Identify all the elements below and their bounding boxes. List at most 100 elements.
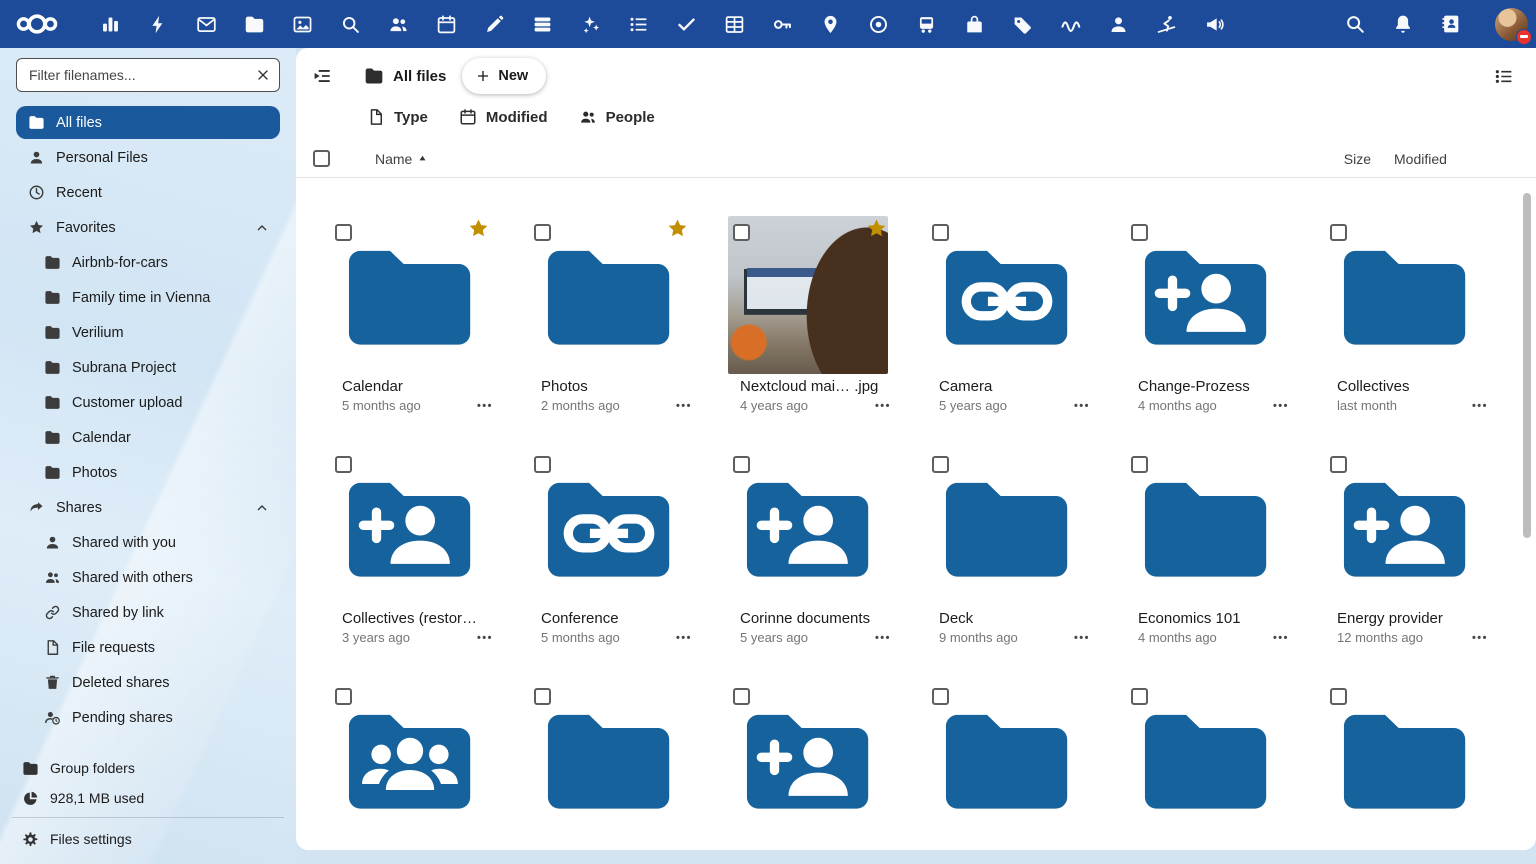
sidebar-item-personal-files[interactable]: Personal Files	[16, 141, 280, 174]
file-tile-photos[interactable]: Photos 2 months ago •••	[509, 215, 708, 413]
filter-chip-people[interactable]: People	[579, 108, 655, 126]
filter-chip-modified[interactable]: Modified	[459, 108, 548, 126]
sidebar-item-recent[interactable]: Recent	[16, 176, 280, 209]
file-checkbox[interactable]	[1330, 456, 1347, 473]
file-tile-conference[interactable]: Conference 5 months ago •••	[509, 447, 708, 645]
file-actions-menu-icon[interactable]: •••	[676, 632, 692, 644]
file-tile-calendar[interactable]: Calendar 5 months ago •••	[310, 215, 509, 413]
app-button-contacts[interactable]	[374, 0, 422, 48]
sidebar-item-photos[interactable]: Photos	[16, 456, 280, 489]
user-avatar[interactable]	[1495, 8, 1528, 41]
filter-filenames-input[interactable]	[16, 58, 280, 92]
file-checkbox[interactable]	[1131, 688, 1148, 705]
sidebar-footer-item-group-folders[interactable]: Group folders	[8, 753, 288, 783]
file-tile-corinne-documents[interactable]: Corinne documents 5 years ago •••	[708, 447, 907, 645]
app-button-analytics[interactable]	[1046, 0, 1094, 48]
file-tile-folder-shared[interactable]	[708, 679, 907, 839]
list-view-toggle-icon[interactable]	[1493, 66, 1514, 87]
sidebar-item-calendar[interactable]: Calendar	[16, 421, 280, 454]
file-actions-menu-icon[interactable]: •••	[676, 400, 692, 412]
app-button-assistant[interactable]	[566, 0, 614, 48]
filter-chip-type[interactable]: Type	[367, 108, 428, 126]
chevron-up-icon[interactable]	[254, 220, 270, 236]
file-tile-nextcloud-mai-jpg[interactable]: Nextcloud mai… .jpg 4 years ago •••	[708, 215, 907, 413]
file-tile-collectives-restor[interactable]: Collectives (restor… 3 years ago •••	[310, 447, 509, 645]
sidebar-item-pending-shares[interactable]: Pending shares	[16, 701, 280, 734]
file-actions-menu-icon[interactable]: •••	[1074, 400, 1090, 412]
sidebar-item-verilium[interactable]: Verilium	[16, 316, 280, 349]
app-button-tables[interactable]	[710, 0, 758, 48]
topbar-button-search[interactable]	[1331, 0, 1379, 48]
app-button-bag[interactable]	[950, 0, 998, 48]
sidebar-item-favorites[interactable]: Favorites	[16, 211, 280, 244]
toggle-sidebar-button[interactable]	[310, 65, 332, 87]
app-button-mail[interactable]	[182, 0, 230, 48]
file-actions-menu-icon[interactable]: •••	[1074, 632, 1090, 644]
file-tile-camera[interactable]: Camera 5 years ago •••	[907, 215, 1106, 413]
app-button-user[interactable]	[1094, 0, 1142, 48]
file-tile-collectives[interactable]: Collectives last month •••	[1305, 215, 1504, 413]
sidebar-item-airbnb-for-cars[interactable]: Airbnb-for-cars	[16, 246, 280, 279]
sidebar-item-file-requests[interactable]: File requests	[16, 631, 280, 664]
app-button-deck[interactable]	[518, 0, 566, 48]
file-actions-menu-icon[interactable]: •••	[1472, 632, 1488, 644]
app-button-tasks[interactable]	[662, 0, 710, 48]
file-tile-folder-group[interactable]	[310, 679, 509, 839]
sidebar-item-shared-with-you[interactable]: Shared with you	[16, 526, 280, 559]
file-actions-menu-icon[interactable]: •••	[1273, 632, 1289, 644]
app-button-search[interactable]	[326, 0, 374, 48]
sidebar-item-shares[interactable]: Shares	[16, 491, 280, 524]
chevron-up-icon[interactable]	[254, 500, 270, 516]
file-checkbox[interactable]	[534, 224, 551, 241]
sidebar-item-shared-by-link[interactable]: Shared by link	[16, 596, 280, 629]
sidebar-footer-item-files-settings[interactable]: Files settings	[8, 822, 288, 856]
file-checkbox[interactable]	[932, 224, 949, 241]
clear-filter-icon[interactable]	[255, 67, 271, 83]
file-checkbox[interactable]	[1131, 456, 1148, 473]
app-button-ski[interactable]	[1142, 0, 1190, 48]
file-checkbox[interactable]	[733, 224, 750, 241]
file-actions-menu-icon[interactable]: •••	[1273, 400, 1289, 412]
file-tile-deck[interactable]: Deck 9 months ago •••	[907, 447, 1106, 645]
file-actions-menu-icon[interactable]: •••	[1472, 400, 1488, 412]
app-button-folder[interactable]	[230, 0, 278, 48]
topbar-button-bell[interactable]	[1379, 0, 1427, 48]
file-checkbox[interactable]	[932, 688, 949, 705]
app-button-list[interactable]	[614, 0, 662, 48]
sidebar-item-customer-upload[interactable]: Customer upload	[16, 386, 280, 419]
sidebar-item-shared-with-others[interactable]: Shared with others	[16, 561, 280, 594]
file-actions-menu-icon[interactable]: •••	[477, 400, 493, 412]
file-checkbox[interactable]	[1330, 224, 1347, 241]
app-button-dashboard[interactable]	[86, 0, 134, 48]
file-tile-folder-plain[interactable]	[1305, 679, 1504, 839]
sidebar-item-deleted-shares[interactable]: Deleted shares	[16, 666, 280, 699]
app-button-calendar[interactable]	[422, 0, 470, 48]
file-tile-folder-plain[interactable]	[907, 679, 1106, 839]
file-checkbox[interactable]	[733, 688, 750, 705]
file-checkbox[interactable]	[335, 456, 352, 473]
column-name[interactable]: Name	[375, 151, 429, 167]
app-button-world[interactable]	[854, 0, 902, 48]
column-modified[interactable]: Modified	[1394, 151, 1452, 167]
sidebar-footer-item-928-1-mb-used[interactable]: 928,1 MB used	[8, 783, 288, 813]
app-button-transport[interactable]	[902, 0, 950, 48]
file-actions-menu-icon[interactable]: •••	[477, 632, 493, 644]
file-tile-folder-plain[interactable]	[1106, 679, 1305, 839]
app-button-passwords[interactable]	[758, 0, 806, 48]
file-checkbox[interactable]	[335, 224, 352, 241]
new-button[interactable]: New	[462, 58, 546, 94]
scrollbar-thumb[interactable]	[1523, 193, 1531, 538]
nextcloud-logo[interactable]	[14, 0, 76, 48]
file-actions-menu-icon[interactable]: •••	[875, 400, 891, 412]
column-size[interactable]: Size	[1307, 151, 1371, 167]
file-tile-folder-plain[interactable]	[509, 679, 708, 839]
file-checkbox[interactable]	[1330, 688, 1347, 705]
app-button-maps[interactable]	[806, 0, 854, 48]
sidebar-item-family-time-in-vienna[interactable]: Family time in Vienna	[16, 281, 280, 314]
file-checkbox[interactable]	[534, 456, 551, 473]
sidebar-item-subrana-project[interactable]: Subrana Project	[16, 351, 280, 384]
sidebar-item-all-files[interactable]: All files	[16, 106, 280, 139]
select-all-checkbox[interactable]	[313, 150, 330, 167]
topbar-button-addressbook[interactable]	[1427, 0, 1475, 48]
app-button-tags[interactable]	[998, 0, 1046, 48]
